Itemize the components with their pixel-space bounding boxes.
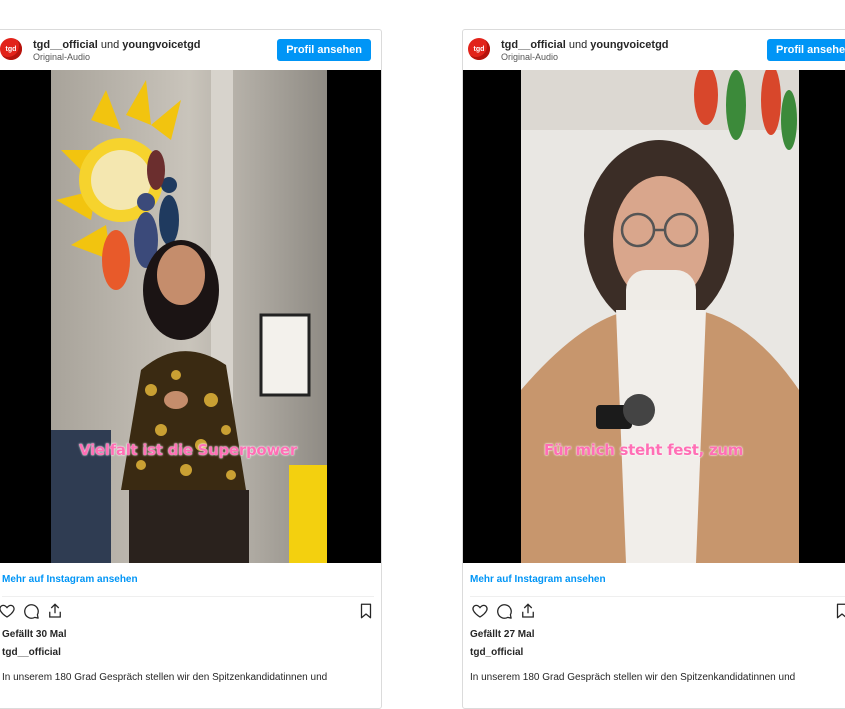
post-header: tgd tgd__official und youngvoicetgd Orig…: [0, 30, 381, 70]
comment-icon[interactable]: [495, 602, 513, 620]
video-still: [521, 70, 799, 563]
video-frame: [51, 70, 329, 563]
owner-link[interactable]: tgd__official: [501, 39, 566, 51]
view-profile-button[interactable]: Profil ansehen: [767, 39, 845, 61]
more-on-instagram-link[interactable]: Mehr auf Instagram ansehen: [2, 574, 138, 585]
post-header: tgd tgd__official und youngvoicetgd Orig…: [463, 30, 845, 70]
video-still: [51, 70, 329, 563]
audio-label[interactable]: Original-Audio: [33, 52, 90, 62]
avatar[interactable]: tgd: [0, 38, 22, 60]
heart-icon[interactable]: [0, 602, 16, 620]
video-player[interactable]: Für mich steht fest, zum: [463, 70, 845, 563]
bookmark-icon[interactable]: [357, 602, 375, 620]
collaborator-link[interactable]: youngvoicetgd: [590, 39, 668, 51]
video-caption: Vielfalt ist die Superpower: [79, 441, 297, 459]
avatar-text: tgd: [5, 45, 17, 53]
comment-icon[interactable]: [22, 602, 40, 620]
video-caption: Für mich steht fest, zum: [543, 441, 744, 459]
action-bar: [466, 602, 845, 622]
bookmark-icon[interactable]: [833, 602, 845, 620]
post-description: In unserem 180 Grad Gespräch stellen wir…: [470, 672, 796, 683]
post-authors: tgd__official und youngvoicetgd: [33, 39, 201, 51]
audio-label[interactable]: Original-Audio: [501, 52, 558, 62]
owner-link[interactable]: tgd__official: [33, 39, 98, 51]
post-description: In unserem 180 Grad Gespräch stellen wir…: [2, 672, 328, 683]
heart-icon[interactable]: [471, 602, 489, 620]
username-link[interactable]: tgd__official: [2, 647, 61, 658]
divider: [2, 596, 374, 597]
video-frame: [521, 70, 799, 563]
collaborator-link[interactable]: youngvoicetgd: [122, 39, 200, 51]
avatar[interactable]: tgd: [468, 38, 490, 60]
instagram-embed-1: tgd tgd__official und youngvoicetgd Orig…: [0, 29, 382, 709]
likes-count[interactable]: Gefällt 30 Mal: [2, 629, 66, 640]
post-authors: tgd__official und youngvoicetgd: [501, 39, 669, 51]
divider: [470, 596, 845, 597]
username-link[interactable]: tgd_official: [470, 647, 523, 658]
view-profile-button[interactable]: Profil ansehen: [277, 39, 371, 61]
video-player[interactable]: Vielfalt ist die Superpower: [0, 70, 381, 563]
connector-text: und: [100, 39, 120, 51]
instagram-embed-2: tgd tgd__official und youngvoicetgd Orig…: [462, 29, 845, 709]
more-on-instagram-link[interactable]: Mehr auf Instagram ansehen: [470, 574, 606, 585]
action-bar: [0, 602, 375, 622]
avatar-text: tgd: [473, 45, 485, 53]
likes-count[interactable]: Gefällt 27 Mal: [470, 629, 534, 640]
share-icon[interactable]: [519, 602, 537, 620]
share-icon[interactable]: [46, 602, 64, 620]
connector-text: und: [568, 39, 588, 51]
